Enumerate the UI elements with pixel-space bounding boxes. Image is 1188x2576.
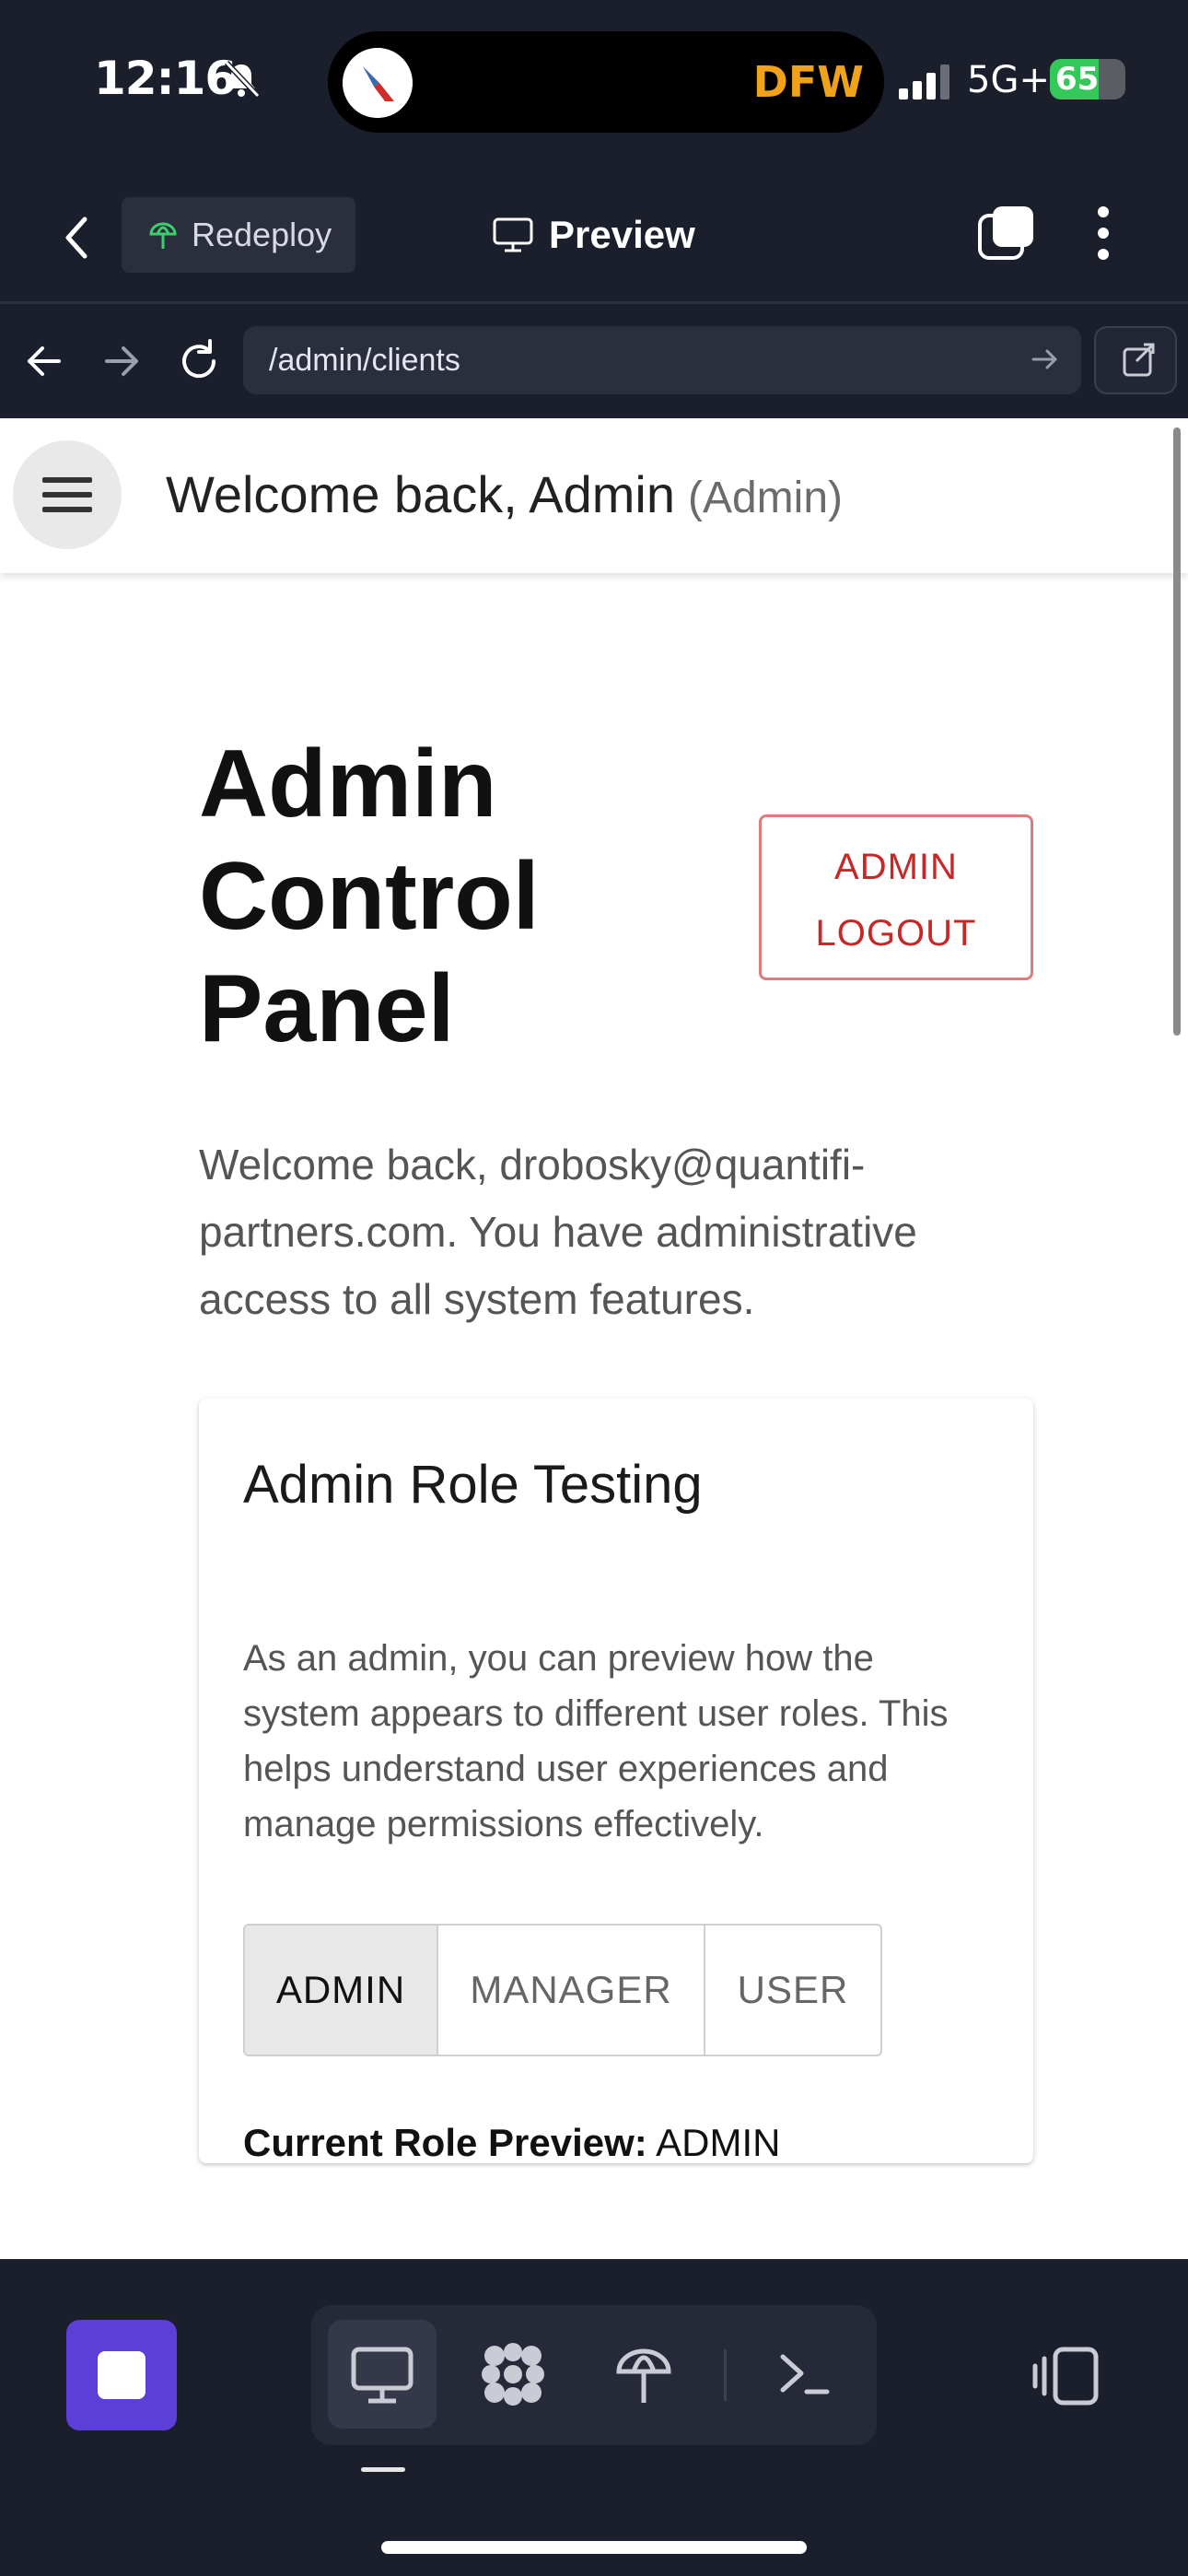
stop-button[interactable] [66, 2320, 177, 2430]
current-role-preview: Current Role Preview: ADMIN [243, 2121, 781, 2165]
external-link-icon [1123, 343, 1155, 377]
url-field[interactable]: /admin/clients [243, 326, 1081, 394]
tabs-icon[interactable] [976, 203, 1037, 263]
tool-group [311, 2305, 877, 2445]
preview-tab[interactable]: Preview [492, 203, 695, 267]
role-toggle-group: ADMIN MANAGER USER [243, 1924, 882, 2056]
logout-line-1: ADMIN [834, 847, 958, 887]
menu-button[interactable] [13, 440, 122, 549]
role-admin-button[interactable]: ADMIN [245, 1926, 438, 2055]
welcome-text: Welcome back, Admin [166, 465, 675, 523]
deploy-tool-button[interactable] [589, 2320, 698, 2429]
toolbar-divider [724, 2349, 727, 2401]
url-bar: /admin/clients [0, 308, 1188, 418]
role-user-button[interactable]: USER [705, 1926, 880, 2055]
arrow-left-icon[interactable] [18, 335, 70, 387]
bottom-toolbar [0, 2259, 1188, 2576]
redeploy-button[interactable]: Redeploy [122, 197, 355, 273]
admin-logout-button[interactable]: ADMIN LOGOUT [759, 814, 1033, 980]
card-title: Admin Role Testing [243, 1455, 703, 1515]
page-scrollbar[interactable] [1173, 427, 1181, 1036]
current-role-value: ADMIN [656, 2121, 781, 2164]
apps-tool-button[interactable] [459, 2320, 567, 2429]
hamburger-line [42, 477, 92, 483]
apps-grid-icon [482, 2343, 544, 2406]
terminal-tool-button[interactable] [750, 2320, 858, 2429]
reload-icon[interactable] [173, 335, 225, 387]
url-text: /admin/clients [269, 342, 460, 378]
hamburger-line [42, 507, 92, 512]
monitor-icon [493, 217, 533, 252]
preview-tool-button[interactable] [328, 2320, 437, 2429]
redeploy-icon [149, 222, 177, 249]
monitor-icon [351, 2347, 413, 2404]
arrow-right-icon[interactable] [96, 335, 147, 387]
preview-label: Preview [549, 213, 695, 256]
more-vertical-icon[interactable] [1087, 203, 1120, 263]
status-time: 12:16 [94, 52, 237, 105]
terminal-icon [780, 2354, 830, 2395]
signal-icon [899, 64, 949, 100]
welcome-message: Welcome back, drobosky@quantifi-partners… [199, 1141, 917, 1323]
app-header: Redeploy Preview [0, 175, 1188, 304]
card-description: As an admin, you can preview how the sys… [243, 1638, 949, 1844]
site-topbar: Welcome back, Admin (Admin) [0, 418, 1188, 573]
role-label: (Admin) [687, 474, 844, 522]
network-type: 5G+ [967, 59, 1050, 101]
battery-percent: 65 [1055, 61, 1100, 98]
american-airlines-logo [343, 48, 413, 118]
logout-line-2: LOGOUT [815, 913, 977, 954]
status-bar: 12:16 DFW 5G+ 65 [0, 0, 1188, 161]
stop-icon [98, 2351, 146, 2399]
current-role-label: Current Role Preview: [243, 2121, 647, 2164]
home-indicator[interactable] [381, 2541, 807, 2554]
welcome-header: Welcome back, Admin (Admin) [166, 464, 843, 524]
hamburger-line [42, 492, 92, 498]
arrow-go-icon[interactable] [1028, 343, 1061, 376]
deploy-icon [616, 2348, 671, 2403]
active-tool-indicator [361, 2467, 405, 2472]
web-preview: Welcome back, Admin (Admin) Admin Control… [0, 418, 1188, 2259]
redeploy-label: Redeploy [192, 216, 332, 253]
dynamic-island[interactable]: DFW [328, 31, 884, 133]
chevron-left-icon[interactable] [52, 208, 103, 267]
page-title: Admin Control Panel [199, 731, 540, 1062]
layout-icon[interactable] [1031, 2344, 1101, 2408]
battery-icon: 65 [1050, 59, 1125, 100]
role-manager-button[interactable]: MANAGER [438, 1926, 705, 2055]
role-testing-card: Admin Role Testing As an admin, you can … [199, 1399, 1033, 2165]
open-external-button[interactable] [1094, 326, 1177, 394]
location-code: DFW [752, 57, 864, 107]
bell-slash-icon [224, 60, 261, 99]
